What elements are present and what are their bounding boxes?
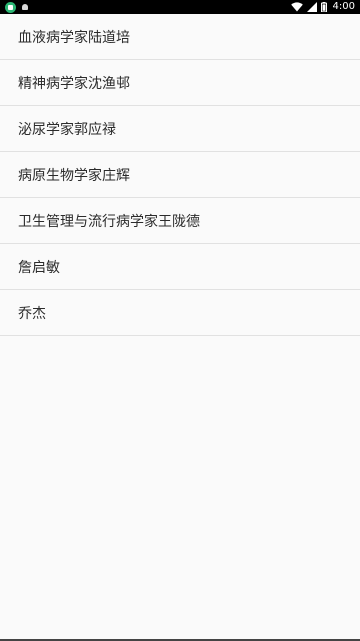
list-item[interactable]: 病原生物学家庄辉 [0,152,360,198]
app-notification-icon [5,1,16,13]
list-item[interactable]: 乔杰 [0,290,360,336]
list-item[interactable]: 詹启敏 [0,244,360,290]
status-clock: 4:00 [332,1,355,12]
list-item[interactable]: 精神病学家沈渔邨 [0,60,360,106]
list-item[interactable]: 卫生管理与流行病学家王陇德 [0,198,360,244]
wifi-icon [290,2,303,12]
battery-icon [320,2,327,12]
status-bar: 4:00 [0,0,360,14]
list-item[interactable]: 泌尿学家郭应禄 [0,106,360,152]
list-item[interactable]: 血液病学家陆道培 [0,14,360,60]
scientist-list: 血液病学家陆道培 精神病学家沈渔邨 泌尿学家郭应禄 病原生物学家庄辉 卫生管理与… [0,14,360,336]
system-icons: 4:00 [290,0,355,14]
android-icon [22,4,28,10]
notification-icons [5,1,28,13]
cellular-signal-icon [306,2,317,12]
